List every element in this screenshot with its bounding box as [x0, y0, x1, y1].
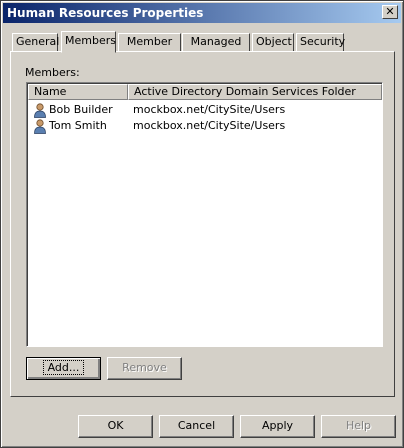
list-header: Name Active Directory Domain Services Fo… [28, 84, 382, 100]
user-icon [34, 119, 46, 134]
add-button-label: Add... [42, 360, 85, 375]
list-item[interactable]: Bob Builder mockbox.net/CitySite/Users [29, 102, 382, 118]
member-folder: mockbox.net/CitySite/Users [133, 103, 286, 116]
member-folder: mockbox.net/CitySite/Users [133, 119, 286, 132]
title-bar[interactable]: Human Resources Properties ✕ [3, 3, 401, 23]
help-button[interactable]: Help [321, 415, 396, 438]
user-icon [34, 103, 46, 118]
list-item[interactable]: Tom Smith mockbox.net/CitySite/Users [29, 118, 382, 134]
ok-button[interactable]: OK [78, 415, 153, 438]
column-header-folder[interactable]: Active Directory Domain Services Folder [128, 84, 382, 100]
remove-button[interactable]: Remove [107, 357, 182, 380]
tab-security[interactable]: Security [296, 33, 345, 52]
tab-managed-by[interactable]: Managed By [182, 33, 250, 64]
window-title: Human Resources Properties [7, 6, 204, 20]
close-icon[interactable]: ✕ [382, 5, 398, 19]
tab-object[interactable]: Object [252, 33, 294, 52]
member-name: Tom Smith [49, 119, 107, 132]
add-button[interactable]: Add... [26, 357, 101, 380]
member-name: Bob Builder [49, 103, 113, 116]
properties-dialog: Human Resources Properties ✕ General Mem… [0, 0, 404, 448]
members-panel: Members: Name Active Directory Domain Se… [10, 51, 395, 397]
tab-members[interactable]: Members [61, 31, 116, 53]
cancel-button[interactable]: Cancel [159, 415, 234, 438]
apply-button[interactable]: Apply [240, 415, 315, 438]
members-list[interactable]: Name Active Directory Domain Services Fo… [26, 82, 383, 347]
tab-general[interactable]: General [12, 33, 59, 52]
column-header-name[interactable]: Name [28, 84, 128, 100]
members-label: Members: [25, 66, 80, 79]
tab-member-of[interactable]: Member Of [118, 33, 181, 64]
